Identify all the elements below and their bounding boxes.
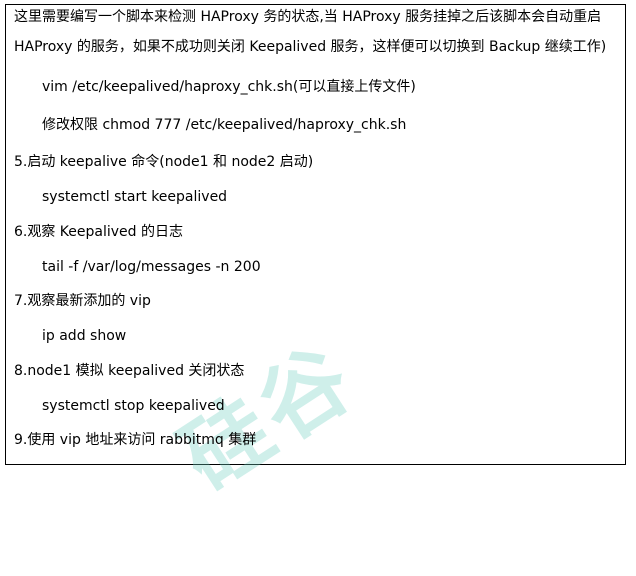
intro-line-1: 这里需要编写一个脚本来检测 HAProxy 务的状态,当 HAProxy 服务挂… bbox=[14, 9, 602, 25]
command-start: systemctl start keepalived bbox=[42, 189, 228, 205]
command-stop: systemctl stop keepalived bbox=[42, 398, 225, 414]
step-5-heading: 5.启动 keepalive 命令(node1 和 node2 启动) bbox=[14, 154, 314, 170]
step-8-heading: 8.node1 模拟 keepalived 关闭状态 bbox=[14, 363, 245, 379]
step-6-heading: 6.观察 Keepalived 的日志 bbox=[14, 224, 183, 240]
step-7-heading: 7.观察最新添加的 vip bbox=[14, 293, 151, 309]
command-tail: tail -f /var/log/messages -n 200 bbox=[42, 259, 261, 275]
command-chmod: 修改权限 chmod 777 /etc/keepalived/haproxy_c… bbox=[42, 117, 407, 133]
command-ip: ip add show bbox=[42, 328, 127, 344]
intro-line-2: HAProxy 的服务，如果不成功则关闭 Keepalived 服务，这样便可以… bbox=[14, 39, 607, 55]
command-vim: vim /etc/keepalived/haproxy_chk.sh(可以直接上… bbox=[42, 79, 416, 95]
step-9-heading: 9.使用 vip 地址来访问 rabbitmq 集群 bbox=[14, 432, 257, 448]
